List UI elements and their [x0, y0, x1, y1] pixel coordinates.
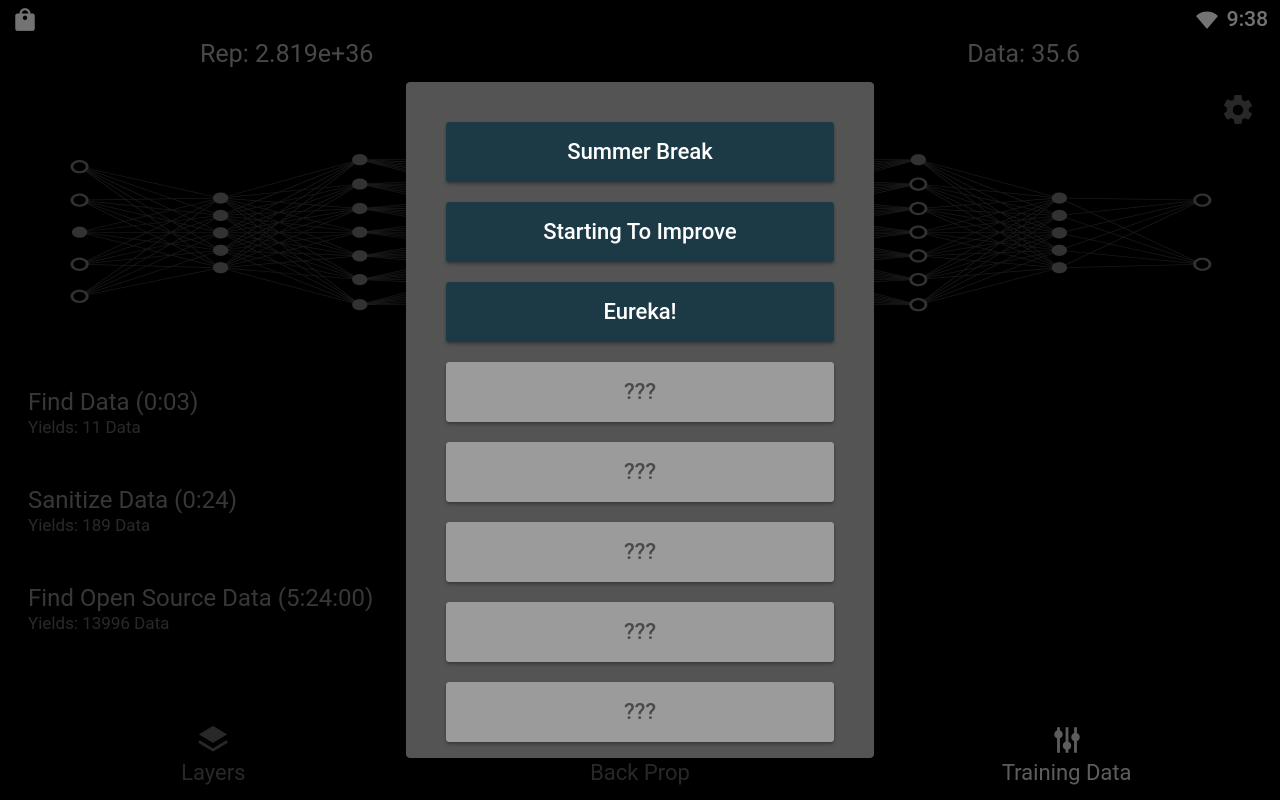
achievement-locked-button[interactable]: ??? [446, 522, 834, 582]
achievement-locked-button[interactable]: ??? [446, 362, 834, 422]
achievement-locked-button[interactable]: ??? [446, 602, 834, 662]
achievement-button[interactable]: Eureka! [446, 282, 834, 342]
achievement-button[interactable]: Summer Break [446, 122, 834, 182]
achievement-button[interactable]: Starting To Improve [446, 202, 834, 262]
achievements-modal: Summer Break Starting To Improve Eureka!??… [406, 82, 874, 758]
achievement-locked-button[interactable]: ??? [446, 682, 834, 742]
achievement-locked-button[interactable]: ??? [446, 442, 834, 502]
